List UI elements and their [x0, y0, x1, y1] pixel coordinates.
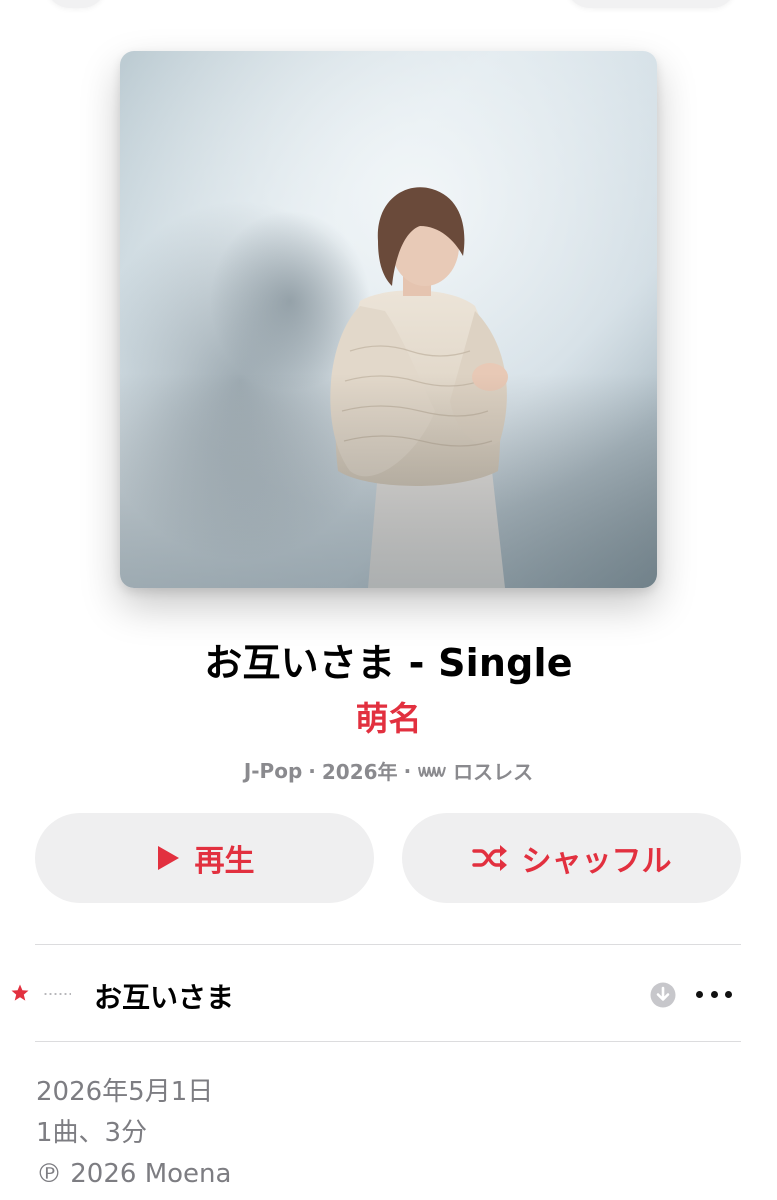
- track-summary: 1曲、3分: [36, 1118, 148, 1148]
- track-number-placeholder: [43, 993, 71, 995]
- album-meta: J-Pop · 2026年 · ロスレス: [0, 756, 777, 785]
- shuffle-label: シャッフル: [521, 844, 672, 879]
- release-date: 2026年5月1日: [36, 1077, 214, 1107]
- quality-label: ロスレス: [453, 760, 534, 784]
- shuffle-icon: [471, 844, 508, 872]
- copyright: ℗ 2026 Moena: [36, 1159, 232, 1189]
- play-button[interactable]: 再生: [35, 813, 374, 903]
- more-options-icon[interactable]: [696, 984, 732, 1004]
- shuffle-button[interactable]: シャッフル: [402, 813, 741, 903]
- album-title: お互いさま - Single: [204, 641, 573, 685]
- track-title: お互いさま: [94, 981, 235, 1014]
- genre-label: J-Pop: [243, 758, 303, 783]
- lossless-icon: [417, 762, 447, 780]
- album-artwork: [120, 51, 657, 588]
- play-icon: [155, 844, 181, 872]
- download-icon[interactable]: [650, 982, 676, 1008]
- artist-name[interactable]: 萌名: [0, 692, 777, 740]
- back-button[interactable]: [46, 0, 106, 8]
- divider: [35, 944, 741, 945]
- meta-separator: ·: [403, 758, 412, 783]
- album-footer: 2026年5月1日 1曲、3分 ℗ 2026 Moena: [36, 1072, 231, 1195]
- meta-separator: ·: [308, 758, 316, 783]
- top-actions-pill[interactable]: [566, 0, 736, 8]
- favorite-star-icon: [10, 983, 30, 1003]
- divider: [35, 1041, 741, 1042]
- track-row[interactable]: お互いさま: [0, 946, 777, 1041]
- play-label: 再生: [194, 844, 255, 879]
- year-label: 2026年: [321, 760, 398, 784]
